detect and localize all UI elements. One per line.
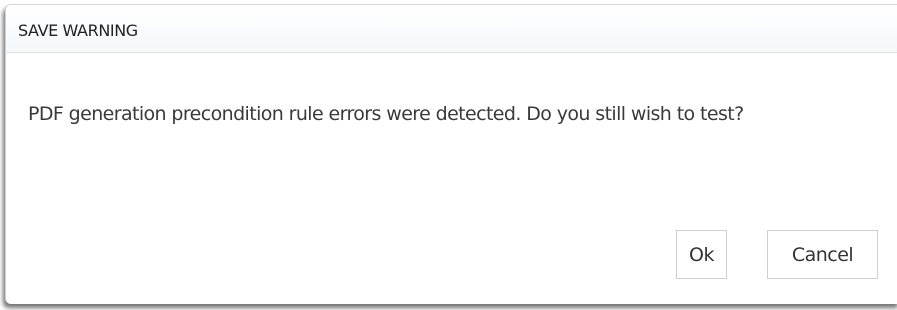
dialog-title-bar[interactable]: SAVE WARNING [6,5,897,53]
ok-button[interactable]: Ok [676,230,727,279]
save-warning-dialog: SAVE WARNING PDF generation precondition… [5,4,897,304]
dialog-title: SAVE WARNING [18,21,138,40]
dialog-message: PDF generation precondition rule errors … [28,103,744,125]
cancel-button[interactable]: Cancel [767,230,878,279]
